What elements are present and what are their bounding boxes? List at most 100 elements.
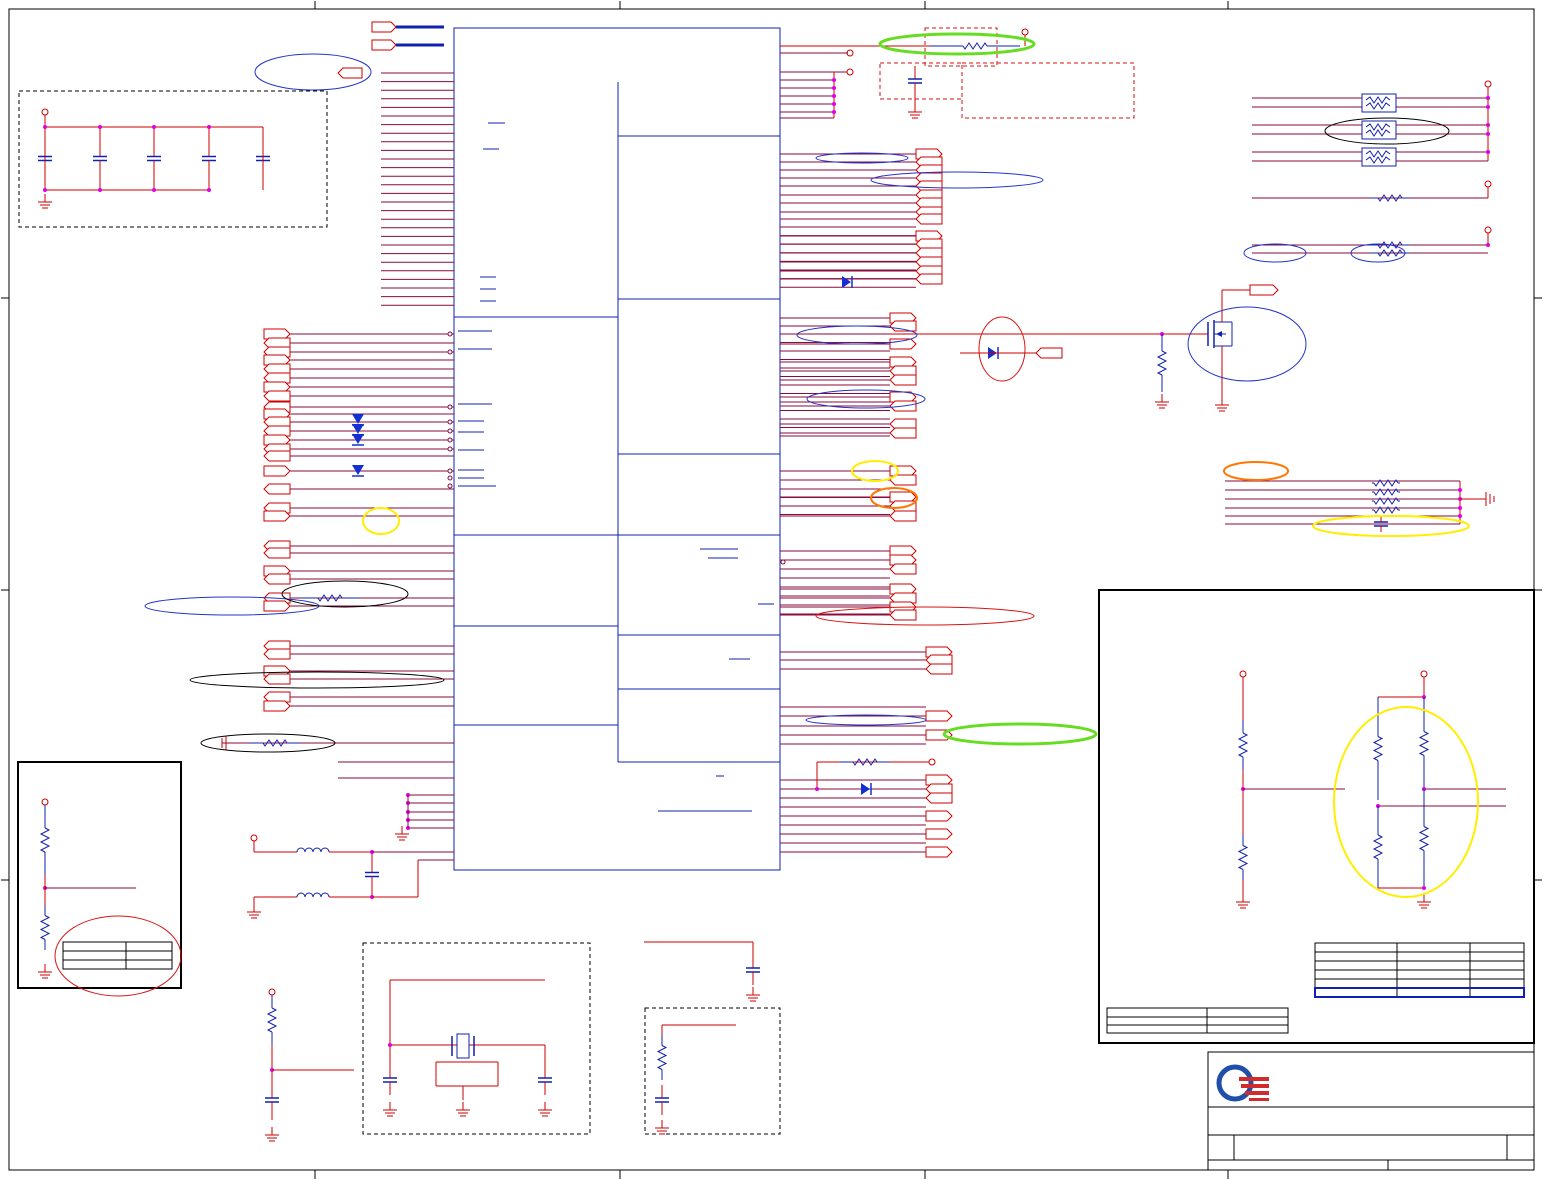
junction-dot [1486,96,1490,100]
junction-dot [815,787,819,791]
offpage-connector-icon [263,547,291,559]
pin-ring [447,331,453,337]
junction-dot [388,1043,392,1047]
diode-body [352,434,364,444]
ground-symbol-icon [456,1102,470,1117]
junction-dot [1486,123,1490,127]
offpage-connector-shape [889,427,917,439]
offpage-connector-icon [915,213,943,225]
offpage-connector-icon [925,810,953,822]
highlight-black [281,580,409,608]
pin-ring [447,437,453,443]
offpage-connector-shape [263,573,291,585]
bottom-left-circuit [247,834,454,1142]
dashed-group-box [644,1007,781,1135]
inductor-icon [254,892,372,898]
capacitor-icon [147,127,161,190]
offpage-connector-shape [915,273,943,285]
offpage-connector-icon [889,563,917,575]
resistor-zigzag [39,827,51,853]
resistor-zigzag [39,915,51,940]
capacitor-icon [746,955,760,985]
dashed-group-box [18,90,328,228]
offpage-connector-icon [263,450,291,462]
power-pin [1239,670,1247,678]
offpage-connector-shape [925,792,953,804]
power-pin [1484,80,1492,88]
junction-dot [207,188,211,192]
offpage-connector-shape [263,450,291,462]
pin-ring [447,428,453,434]
offpage-connector-icon [263,673,291,685]
offpage-connector-icon [889,427,917,439]
detail-inset-box [1098,589,1535,1044]
offpage-connector-icon [889,609,917,621]
diode-body [352,465,364,475]
offpage-connector-shape [263,673,291,685]
ground-symbol-icon [746,987,760,1002]
offpage-connector-shape [889,374,917,386]
pin-ring [928,758,936,766]
highlight-blue [870,171,1044,189]
detail-box-border [1098,589,1535,1044]
pin-ring [447,349,453,355]
capacitor-icon [908,66,922,96]
diode-icon [842,276,853,288]
offpage-connector-icon [263,573,291,585]
schematic-sheet [1,1,1542,1179]
ground-symbol-icon [1215,397,1229,412]
offpage-connector-shape [889,510,917,522]
offpage-connector-icon [925,828,953,840]
pin-ring [447,475,453,481]
pin-ring [780,559,786,565]
junction-dot [1486,105,1490,109]
resistor-array-body [1361,93,1397,113]
offpage-connector-icon [925,846,953,858]
highlight-red [54,915,182,997]
highlight-orange [1223,461,1289,481]
resistor-zigzag [852,758,878,766]
ic-outline [453,27,781,871]
table-highlight-row [1314,987,1525,998]
resistor-icon [250,739,300,747]
diode-body [861,783,870,795]
highlight-green [942,722,1098,746]
offpage-connector-icon [263,600,291,612]
junction-dot [1458,506,1462,510]
highlight-black [189,671,445,689]
logo-bar [1239,1077,1269,1081]
junction-dot [1422,886,1426,890]
resistor-icon [1156,334,1168,392]
resistor-icon [300,594,360,602]
capacitor-icon [655,1085,669,1115]
highlight-red [978,316,1026,382]
junction-dot [1458,488,1462,492]
offpage-connector-shape [263,600,291,612]
right-signal-wires [780,27,1162,858]
config-table [1106,1007,1289,1034]
resistor-icon [1372,806,1384,888]
config-table [1314,942,1525,998]
power-pin [41,798,49,806]
ground-symbol-icon [1155,394,1169,409]
offpage-connector-icon [1035,347,1063,359]
resistor-zigzag [1377,249,1403,257]
offpage-connector-icon [1249,284,1279,296]
offpage-connector-shape [1035,347,1063,359]
resistor-icon [266,995,278,1045]
resistor-network-icon [1361,93,1397,113]
ground-symbol-icon [265,1127,279,1142]
left-inset-border [17,761,182,989]
offpage-connector-shape [371,39,397,51]
diode-body [842,276,851,288]
offpage-connector-icon [889,500,917,512]
resistor-zigzag [656,1045,668,1070]
junction-dot [98,188,102,192]
highlight-yellow [1333,706,1479,898]
offpage-connector-icon [263,648,291,660]
pin-ring [1021,28,1029,36]
ground-symbol-icon [655,1120,669,1135]
offpage-connector-shape [263,648,291,660]
highlight-yellow [362,507,400,535]
resistor-network-icon [1361,147,1397,167]
